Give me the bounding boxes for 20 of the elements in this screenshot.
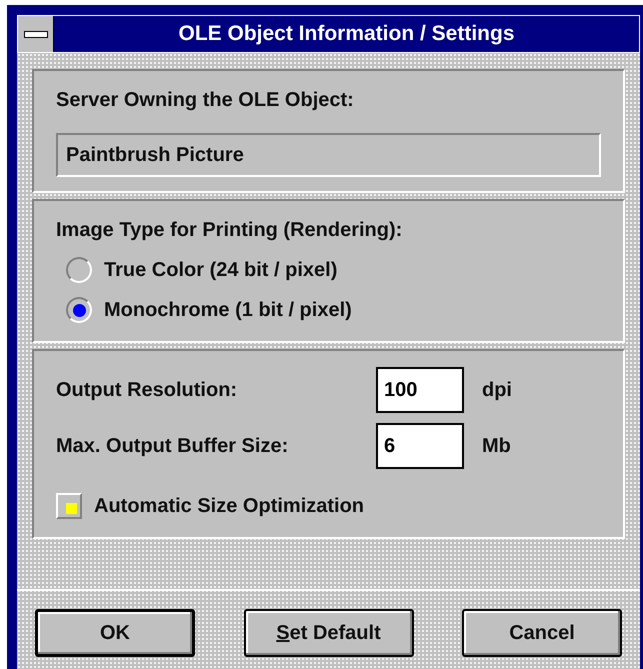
field-label: Output Resolution:: [56, 378, 238, 403]
number-field[interactable]: 6: [376, 423, 464, 469]
dialog-button[interactable]: Set Default: [244, 609, 414, 657]
server-label: Server Owning the OLE Object:: [56, 88, 355, 113]
image-type-label: Image Type for Printing (Rendering):: [56, 218, 404, 243]
unit-label: Mb: [482, 434, 511, 459]
checkbox-label[interactable]: Automatic Size Optimization: [94, 491, 364, 521]
radio-button[interactable]: [66, 297, 92, 323]
field-label: Max. Output Buffer Size:: [56, 434, 290, 459]
system-menu-button[interactable]: [18, 16, 54, 52]
dialog-button[interactable]: OK: [35, 609, 195, 657]
checkbox[interactable]: [56, 493, 82, 519]
dialog-button[interactable]: Cancel: [462, 609, 622, 657]
radio-label[interactable]: True Color (24 bit / pixel): [104, 255, 338, 285]
unit-label: dpi: [482, 378, 512, 403]
window-title: OLE Object Information / Settings: [178, 21, 515, 48]
server-field: Paintbrush Picture: [56, 133, 601, 177]
number-field[interactable]: 100: [376, 367, 464, 413]
radio-label[interactable]: Monochrome (1 bit / pixel): [104, 295, 352, 325]
radio-button[interactable]: [66, 257, 92, 283]
